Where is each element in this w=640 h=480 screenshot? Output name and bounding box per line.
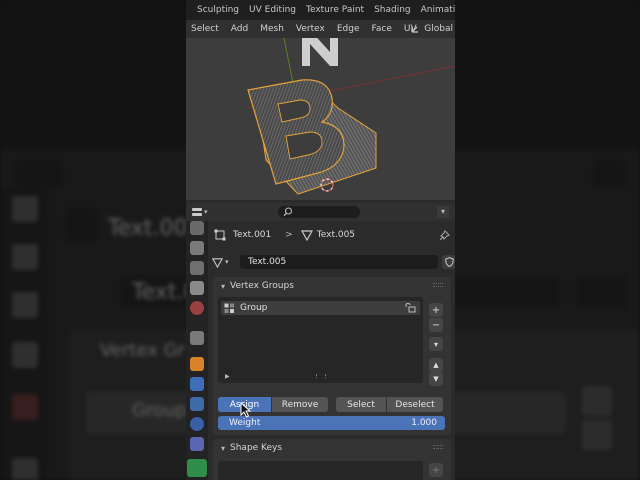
properties-search-input[interactable] [278,206,360,218]
mouse-cursor-icon [240,402,252,418]
expand-list-icon[interactable]: ▶ [225,373,230,380]
collection-tab-icon[interactable] [190,331,204,345]
mesh-name-field[interactable]: Text.005 [240,255,438,269]
menu-select[interactable]: Select [186,24,225,34]
properties-editor: Text.001 > Text.005 ▾ Text.005 ▾ Vertex … [186,221,455,480]
shape-keys-header[interactable]: ▾ Shape Keys [221,439,282,457]
viewport-scene [186,38,455,200]
list-item[interactable]: Group [221,301,420,315]
panel-drag-handle[interactable] [433,445,443,449]
select-button[interactable]: Select [336,397,386,412]
transform-orientation-dropdown[interactable]: Global [410,20,455,38]
pin-icon[interactable] [439,230,450,241]
vertex-group-actions: Assign Remove Select Deselect [218,397,445,412]
tool-tab-icon[interactable] [190,221,204,235]
vertex-groups-header[interactable]: ▾ Vertex Groups [221,277,294,295]
bg-panel-title: Vertex Gr [100,340,185,361]
render-tab-icon[interactable] [190,241,204,255]
chevron-down-icon: ▾ [221,281,226,291]
breadcrumb-mesh-name: Text.005 [316,230,356,240]
move-down-button[interactable]: ▼ [429,372,443,386]
weight-slider[interactable]: Weight 1.000 [218,416,445,430]
vertex-group-list[interactable]: Group ▶ [218,297,423,383]
weight-value: 1.000 [411,418,437,428]
output-tab-icon[interactable] [190,261,204,275]
tab-sculpting[interactable]: Sculpting [186,5,244,15]
tab-uv-editing[interactable]: UV Editing [244,5,301,15]
blender-window: Sculpting UV Editing Texture Paint Shadi… [186,0,455,480]
orientation-label: Global [424,24,453,34]
particles-tab-icon[interactable] [190,397,204,411]
bg-group-name: Group [132,400,187,421]
tab-animation[interactable]: Animation [416,5,455,15]
view-layer-tab-icon[interactable] [190,281,204,295]
vertex-group-name: Group [240,303,268,313]
object-tab-icon[interactable] [190,357,204,371]
lock-icon[interactable] [404,303,416,313]
remove-vertex-group-button[interactable]: − [429,318,443,332]
remove-button[interactable]: Remove [272,397,328,412]
move-up-button[interactable]: ▲ [429,358,443,372]
datablock-browse-button[interactable]: ▾ [212,255,236,269]
data-tab-icon[interactable] [187,459,207,477]
shape-keys-panel: ▾ Shape Keys + [213,439,451,480]
search-icon [283,207,293,217]
breadcrumb-object-name: Text.001 [233,230,272,240]
scene-tab-icon[interactable] [190,301,204,315]
menu-add[interactable]: Add [225,24,254,34]
shape-key-list[interactable] [218,461,423,480]
weight-label: Weight [229,418,261,428]
vertex-groups-title: Vertex Groups [230,281,294,291]
tab-shading[interactable]: Shading [369,5,416,15]
chevron-down-icon: ▾ [440,207,445,216]
editor-type-icon [192,208,202,216]
mesh-data-icon [300,230,313,241]
breadcrumb-separator: > [285,230,293,240]
physics-tab-icon[interactable] [190,417,204,431]
list-resize-handle[interactable] [316,374,326,378]
properties-content: Text.001 > Text.005 ▾ Text.005 ▾ Vertex … [208,221,455,480]
add-shape-key-button[interactable]: + [429,463,443,477]
specials-menu-button[interactable]: ▾ [429,337,443,351]
add-vertex-group-button[interactable]: + [429,303,443,317]
fake-user-button[interactable] [442,255,455,269]
deselect-button[interactable]: Deselect [387,397,443,412]
breadcrumb: Text.001 > Text.005 [208,225,455,245]
menu-edge[interactable]: Edge [331,24,366,34]
editor-type-dropdown[interactable]: ▾ [191,205,213,219]
3d-viewport[interactable] [186,38,455,200]
shield-icon [444,257,454,267]
options-dropdown[interactable]: ▾ [437,206,449,218]
viewport-menubar: Select Add Mesh Vertex Edge Face UV Glob… [186,20,455,38]
modifier-tab-icon[interactable] [190,377,204,391]
object-icon [214,229,226,241]
chevron-down-icon: ▾ [204,208,208,216]
mesh-data-icon [212,257,223,268]
mesh-datablock-selector: ▾ Text.005 [212,255,455,269]
tab-texture-paint[interactable]: Texture Paint [301,5,369,15]
properties-header: ▾ ▾ [186,203,455,221]
menu-face[interactable]: Face [366,24,398,34]
constraints-tab-icon[interactable] [190,437,204,451]
orientation-icon [411,26,419,33]
properties-tab-strip [186,221,208,480]
chevron-down-icon: ▾ [225,258,229,266]
workspace-tabs: Sculpting UV Editing Texture Paint Shadi… [186,0,455,20]
shape-keys-title: Shape Keys [230,443,283,453]
chevron-down-icon: ▾ [221,443,226,453]
menu-vertex[interactable]: Vertex [290,24,331,34]
menu-mesh[interactable]: Mesh [254,24,290,34]
vertex-group-icon [224,303,234,313]
panel-drag-handle[interactable] [433,283,443,287]
